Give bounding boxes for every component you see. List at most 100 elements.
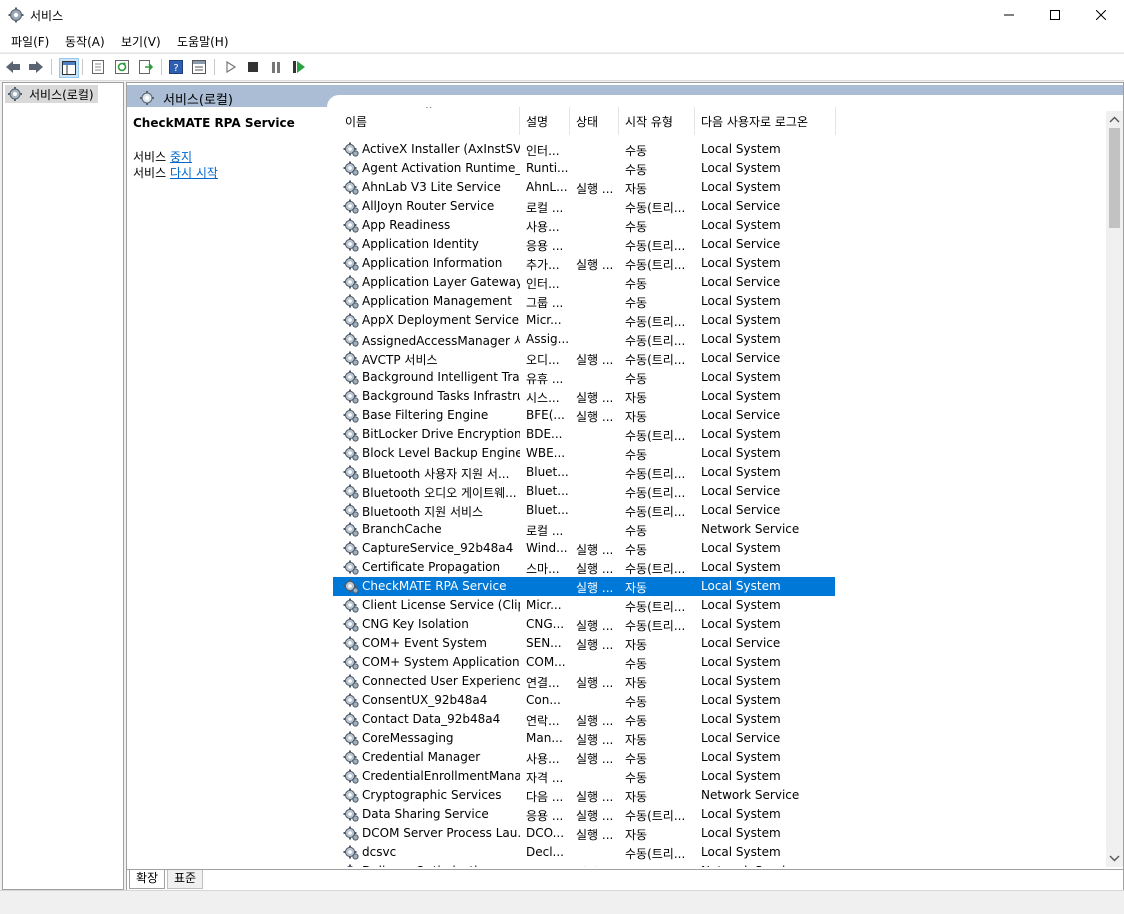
table-row[interactable]: COM+ Event System SEN... 실행 ... 자동 Local Ser… <box>333 634 1108 653</box>
table-row[interactable]: AppX Deployment Service ... Micr... 수동(트리.… <box>333 311 1108 330</box>
cell-name: COM+ System Application <box>362 655 520 669</box>
action-restart-line: 서비스 다시 시작 <box>133 164 218 181</box>
column-header-description[interactable]: 설명 <box>520 107 570 135</box>
table-row[interactable]: DCOM Server Process Lau... DCO... 실행 ... 자동… <box>333 824 1108 843</box>
menu-view[interactable]: 보기(V) <box>121 33 161 50</box>
table-row[interactable]: CredentialEnrollmentMana... 자격 ... 수동 Local… <box>333 767 1108 786</box>
cell-status: 실행 ... <box>576 809 614 823</box>
tab-extended[interactable]: 확장 <box>129 870 166 889</box>
vertical-scrollbar[interactable] <box>1106 111 1123 867</box>
column-header-logon-as[interactable]: 다음 사용자로 로그온 <box>695 107 836 135</box>
table-row[interactable]: Background Tasks Infrastru... 시스... 실행 ...… <box>333 387 1108 406</box>
cell-description: 콘텐... <box>526 864 570 867</box>
column-header-name[interactable]: 이름 <box>339 107 520 135</box>
table-row[interactable]: Delivery Optimization 콘텐... 실행 ... 자동(지연...… <box>333 862 1108 867</box>
table-row[interactable]: Client License Service (Clip... Micr... 수동… <box>333 596 1108 615</box>
minimize-button[interactable] <box>986 0 1032 30</box>
table-row[interactable]: ConsentUX_92b48a4 Con... 수동 Local System <box>333 691 1108 710</box>
properties-button[interactable] <box>89 58 107 76</box>
table-row[interactable]: CNG Key Isolation CNG... 실행 ... 수동(트리... Loc… <box>333 615 1108 634</box>
table-row[interactable]: AllJoyn Router Service 로컬 ... 수동(트리... Loca… <box>333 197 1108 216</box>
export-list-button[interactable] <box>137 58 155 76</box>
start-service-button[interactable] <box>222 58 240 76</box>
table-row[interactable]: Connected User Experience... 연결... 실행 ... 자… <box>333 672 1108 691</box>
cell-status: 실행 ... <box>576 733 614 747</box>
cell-logon-as: Local System <box>701 446 781 460</box>
close-button[interactable] <box>1078 0 1124 30</box>
service-gear-icon <box>343 312 359 328</box>
scrollbar-thumb[interactable] <box>1109 128 1120 228</box>
stop-icon <box>248 62 258 72</box>
back-button[interactable] <box>4 58 22 76</box>
restart-service-button[interactable] <box>290 58 308 76</box>
cell-name: Background Tasks Infrastru... <box>362 389 520 403</box>
service-gear-icon <box>343 844 359 860</box>
cell-logon-as: Local System <box>701 332 781 346</box>
table-row[interactable]: BranchCache 로컬 ... 수동 Network Service <box>333 520 1108 539</box>
cell-logon-as: Local System <box>701 769 781 783</box>
cell-description: Bluet... <box>526 484 569 498</box>
cell-description: 사용... <box>526 220 560 234</box>
table-row[interactable]: CaptureService_92b48a4 Wind... 실행 ... 수동 Loc… <box>333 539 1108 558</box>
table-row[interactable]: Bluetooth 지원 서비스 Bluet... 수동(트리... Local Se… <box>333 501 1108 520</box>
table-row[interactable]: AssignedAccessManager 서... Assig... 수동(트리.… <box>333 330 1108 349</box>
menu-help[interactable]: 도움말(H) <box>177 33 229 50</box>
table-row[interactable]: Credential Manager 사용... 실행 ... 수동 Local Sys… <box>333 748 1108 767</box>
service-gear-icon <box>343 407 359 423</box>
cell-logon-as: Local Service <box>701 351 781 365</box>
table-row[interactable]: Certificate Propagation 스마... 실행 ... 수동(트리.… <box>333 558 1108 577</box>
cell-description: 그룹 ... <box>526 296 564 310</box>
table-row-selected[interactable]: CheckMATE RPA Service 실행 ... 자동 Local Syste… <box>333 577 1108 596</box>
column-header-startup-type[interactable]: 시작 유형 <box>619 107 695 135</box>
service-gear-icon <box>343 350 359 366</box>
table-body: ActiveX Installer (AxInstSV) 인터... 수동 Local… <box>333 140 1108 867</box>
table-row[interactable]: Bluetooth 오디오 게이트웨... Bluet... 수동(트리... Loc… <box>333 482 1108 501</box>
table-row[interactable]: Application Identity 응용 ... 수동(트리... Local … <box>333 235 1108 254</box>
pause-service-button[interactable] <box>267 58 285 76</box>
cell-logon-as: Local Service <box>701 484 781 498</box>
restart-service-link[interactable]: 다시 시작 <box>170 166 218 180</box>
table-row[interactable]: App Readiness 사용... 수동 Local System <box>333 216 1108 235</box>
service-gear-icon <box>343 388 359 404</box>
table-row[interactable]: BitLocker Drive Encryption ... BDE... 수동(트… <box>333 425 1108 444</box>
cell-name: CredentialEnrollmentMana... <box>362 769 520 783</box>
stop-service-link[interactable]: 중지 <box>170 150 192 164</box>
table-row[interactable]: COM+ System Application COM... 수동 Local Sys… <box>333 653 1108 672</box>
table-row[interactable]: CoreMessaging Man... 실행 ... 자동 Local Service <box>333 729 1108 748</box>
cell-logon-as: Local System <box>701 560 781 574</box>
table-row[interactable]: Application Information 추가... 실행 ... 수동(트리.… <box>333 254 1108 273</box>
cell-startup-type: 수동(트리... <box>625 315 686 329</box>
table-row[interactable]: ActiveX Installer (AxInstSV) 인터... 수동 Local… <box>333 140 1108 159</box>
cell-description: COM... <box>526 655 566 669</box>
cell-description: AhnL... <box>526 180 568 194</box>
console-tree-button[interactable] <box>59 58 79 78</box>
cell-status: 실행 ... <box>576 828 614 842</box>
table-row[interactable]: dcsvc Decl... 수동(트리... Local System <box>333 843 1108 862</box>
cell-logon-as: Local Service <box>701 237 781 251</box>
table-row[interactable]: Background Intelligent Tra... 유휴 ... 수동 Loc… <box>333 368 1108 387</box>
table-row[interactable]: Application Management 그룹 ... 수동 Local Syst… <box>333 292 1108 311</box>
table-row[interactable]: Cryptographic Services 다음 ... 실행 ... 자동 Netw… <box>333 786 1108 805</box>
tree-item-services-local[interactable]: 서비스(로컬) <box>5 85 98 103</box>
cell-logon-as: Local Service <box>701 636 781 650</box>
table-row[interactable]: Contact Data_92b48a4 연락... 실행 ... 수동 Local S… <box>333 710 1108 729</box>
tab-standard[interactable]: 표준 <box>167 870 204 889</box>
menu-action[interactable]: 동작(A) <box>65 33 105 50</box>
stop-service-button[interactable] <box>244 58 262 76</box>
table-row[interactable]: Application Layer Gateway ... 인터... 수동 Loca… <box>333 273 1108 292</box>
table-row[interactable]: Base Filtering Engine BFE(... 실행 ... 자동 Loca… <box>333 406 1108 425</box>
table-row[interactable]: AhnLab V3 Lite Service AhnL... 실행 ... 자동 Loc… <box>333 178 1108 197</box>
help-button[interactable]: ? <box>167 58 185 76</box>
table-row[interactable]: Bluetooth 사용자 지원 서... Bluet... 수동(트리... Loc… <box>333 463 1108 482</box>
maximize-button[interactable] <box>1032 0 1078 30</box>
table-row[interactable]: Block Level Backup Engine ... WBE... 수동 Loc… <box>333 444 1108 463</box>
cell-startup-type: 자동 <box>625 410 648 424</box>
forward-button[interactable] <box>27 58 45 76</box>
menu-file[interactable]: 파일(F) <box>11 33 49 50</box>
table-row[interactable]: AVCTP 서비스 오디... 실행 ... 수동(트리... Local Servic… <box>333 349 1108 368</box>
show-hide-button[interactable] <box>190 58 208 76</box>
table-row[interactable]: Agent Activation Runtime_... Runti... 수동 Lo… <box>333 159 1108 178</box>
table-row[interactable]: Data Sharing Service 응용 ... 실행 ... 수동(트리...… <box>333 805 1108 824</box>
refresh-button[interactable] <box>113 58 131 76</box>
column-header-status[interactable]: 상태 <box>570 107 619 135</box>
